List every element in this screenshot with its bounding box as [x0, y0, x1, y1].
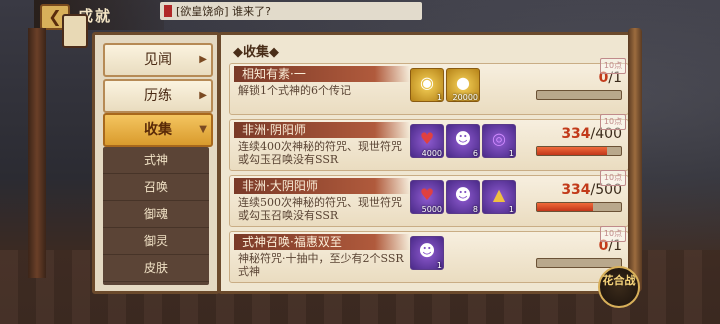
red-charm-icon[interactable]: ♥ 5000 — [410, 180, 444, 214]
chevron-right-icon: ▶ — [199, 54, 207, 65]
reward-count: 6 — [472, 149, 478, 158]
red-charm-icon[interactable]: ♥ 4000 — [410, 124, 444, 158]
reward-count: 1 — [436, 261, 442, 270]
chat-flag-icon — [164, 5, 172, 17]
tab-label: 收集 — [144, 122, 172, 138]
scroll-roller — [628, 28, 642, 292]
flower-battle-button[interactable]: 花合战 — [598, 266, 640, 308]
tab-label: 见闻 — [144, 52, 172, 68]
purple-orb-icon[interactable]: ◎ 1 — [482, 124, 516, 158]
progress-bar — [536, 202, 622, 212]
reward-count: 8 — [472, 205, 478, 214]
achievement-row[interactable]: 式神召唤·福惠双至 神秘符咒·十抽中，至少有2个SSR式神 ☻ 1 0/1 10… — [229, 226, 629, 283]
achievement-title: 式神召唤·福惠双至 — [234, 234, 410, 250]
achievement-panel: ◆收集◆ 相知有素·一 解锁1个式神的6个传记 ◉ 1 ● 20000 0/1 … — [218, 32, 638, 294]
tab-lilian[interactable]: 历练 ▶ — [103, 79, 213, 113]
sub-item-shishen[interactable]: 式神 — [103, 147, 209, 174]
chevron-down-icon: ▼ — [199, 124, 207, 135]
reward-count: 5000 — [421, 205, 442, 214]
points-stamp: 10点 — [600, 226, 626, 242]
achievement-title: 非洲·大阴阳师 — [234, 178, 410, 194]
reward-count: 1 — [508, 205, 514, 214]
chat-ticker[interactable]: [欲皇饶命] 谁来了? — [160, 2, 422, 20]
tab-jianwen[interactable]: 见闻 ▶ — [103, 43, 213, 77]
material-daruma-icon[interactable]: ☻ 1 — [410, 236, 444, 270]
points-stamp: 10点 — [600, 58, 626, 74]
achievement-desc: 神秘符咒·十抽中，至少有2个SSR式神 — [238, 252, 404, 278]
daruma-icon[interactable]: ☻ 8 — [446, 180, 480, 214]
achievement-row[interactable]: 相知有素·一 解锁1个式神的6个传记 ◉ 1 ● 20000 0/1 10点 — [229, 58, 629, 115]
achievement-desc: 解锁1个式神的6个传记 — [238, 84, 351, 97]
gold-coin-icon[interactable]: ● 20000 — [446, 68, 480, 102]
reward-count: 1 — [508, 149, 514, 158]
tab-label: 历练 — [144, 88, 172, 104]
achievement-row[interactable]: 非洲·阴阳师 连续400次神秘的符咒、现世符咒或勾玉召唤没有SSR ♥ 4000… — [229, 114, 629, 171]
achievement-title: 非洲·阴阳师 — [234, 122, 410, 138]
lantern-icon — [62, 14, 88, 48]
progress-fill — [537, 147, 608, 155]
points-stamp: 10点 — [600, 170, 626, 186]
sub-item-zhaohuan[interactable]: 召唤 — [103, 174, 209, 201]
gold-ingot-icon[interactable]: ◉ 1 — [410, 68, 444, 102]
achievement-desc: 连续400次神秘的符咒、现世符咒或勾玉召唤没有SSR — [238, 140, 402, 166]
sub-item-pifu[interactable]: 皮肤 — [103, 255, 209, 282]
wizard-hat-icon[interactable]: ▲ 1 — [482, 180, 516, 214]
reward-count: 4000 — [421, 149, 442, 158]
progress-bar — [536, 146, 622, 156]
chevron-right-icon: ▶ — [199, 90, 207, 101]
reward-count: 20000 — [452, 93, 478, 102]
achievement-desc: 连续500次神秘的符咒、现世符咒或勾玉召唤没有SSR — [238, 196, 402, 222]
reward-count: 1 — [436, 93, 442, 102]
progress-bar — [536, 258, 622, 268]
progress-fill — [537, 203, 594, 211]
sub-item-yuhun[interactable]: 御魂 — [103, 201, 209, 228]
tab-shouji[interactable]: 收集 ▼ — [103, 113, 213, 147]
top-bar: ❮ 成就 [欲皇饶命] 谁来了? — [0, 0, 720, 30]
section-title: ◆收集◆ — [233, 45, 279, 60]
category-sidebar: 见闻 ▶ 历练 ▶ 收集 ▼ 式神 召唤 御魂 御灵 皮肤 — [92, 32, 220, 294]
wooden-pillar — [28, 28, 46, 278]
points-stamp: 10点 — [600, 114, 626, 130]
achievement-row[interactable]: 非洲·大阴阳师 连续500次神秘的符咒、现世符咒或勾玉召唤没有SSR ♥ 500… — [229, 170, 629, 227]
sub-category-list: 式神 召唤 御魂 御灵 皮肤 — [103, 147, 209, 285]
achievement-title: 相知有素·一 — [234, 66, 410, 82]
progress-bar — [536, 90, 622, 100]
sub-item-yuling[interactable]: 御灵 — [103, 228, 209, 255]
daruma-icon[interactable]: ☻ 6 — [446, 124, 480, 158]
chat-message: [欲皇饶命] 谁来了? — [176, 5, 271, 18]
